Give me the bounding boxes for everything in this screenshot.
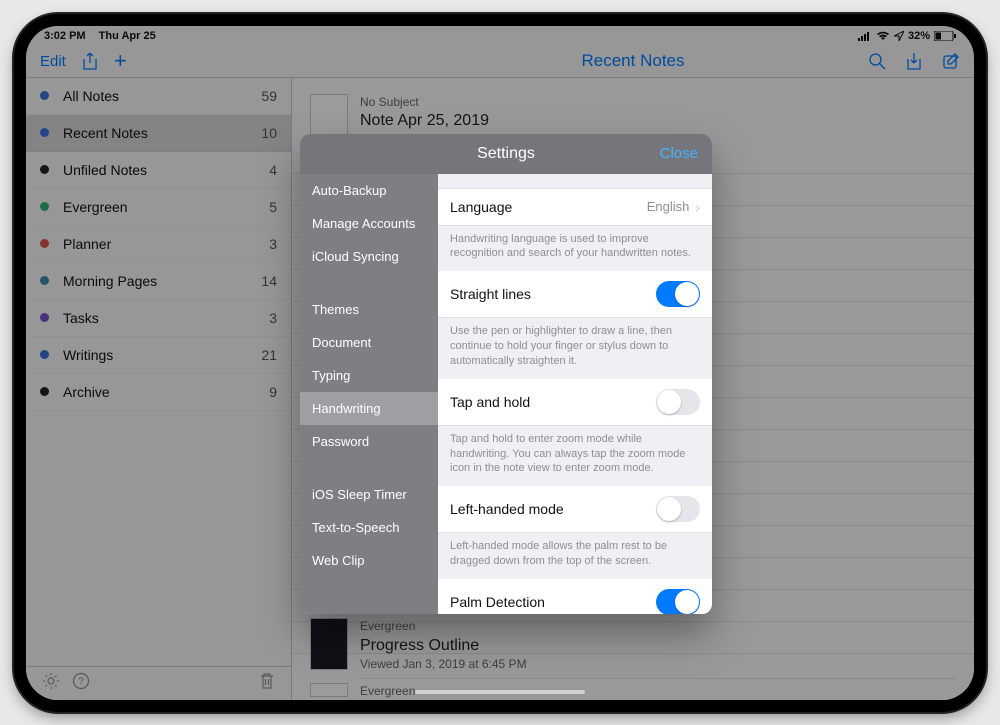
straight-lines-note: Use the pen or highlighter to draw a lin… (438, 318, 712, 379)
settings-cat-document[interactable]: Document (300, 326, 438, 359)
settings-categories: Auto-BackupManage AccountsiCloud Syncing… (300, 174, 438, 614)
settings-cat-ios-sleep-timer[interactable]: iOS Sleep Timer (300, 478, 438, 511)
palm-detection-row[interactable]: Palm Detection (438, 579, 712, 614)
left-handed-toggle[interactable] (656, 496, 700, 522)
modal-title: Settings (477, 145, 535, 163)
settings-modal: Settings Close Auto-BackupManage Account… (300, 134, 712, 614)
settings-cat-manage-accounts[interactable]: Manage Accounts (300, 207, 438, 240)
screen: 3:02 PM Thu Apr 25 32% Edit + Recent Not… (26, 26, 974, 700)
straight-lines-toggle[interactable] (656, 281, 700, 307)
settings-cat-web-clip[interactable]: Web Clip (300, 544, 438, 577)
tap-hold-toggle[interactable] (656, 389, 700, 415)
settings-cat-themes[interactable]: Themes (300, 293, 438, 326)
settings-cat-auto-backup[interactable]: Auto-Backup (300, 174, 438, 207)
settings-cat-password[interactable]: Password (300, 425, 438, 458)
language-row[interactable]: Language English › (438, 188, 712, 226)
close-button[interactable]: Close (660, 134, 698, 174)
chevron-right-icon: › (695, 199, 700, 215)
settings-cat-icloud-syncing[interactable]: iCloud Syncing (300, 240, 438, 273)
tap-hold-note: Tap and hold to enter zoom mode while ha… (438, 426, 712, 487)
ipad-frame: 3:02 PM Thu Apr 25 32% Edit + Recent Not… (14, 14, 986, 712)
palm-detection-toggle[interactable] (656, 589, 700, 614)
settings-cat-text-to-speech[interactable]: Text-to-Speech (300, 511, 438, 544)
left-handed-note: Left-handed mode allows the palm rest to… (438, 533, 712, 579)
tap-hold-row[interactable]: Tap and hold (438, 379, 712, 426)
language-value: English (647, 199, 690, 214)
settings-cat-handwriting[interactable]: Handwriting (300, 392, 438, 425)
settings-cat-typing[interactable]: Typing (300, 359, 438, 392)
settings-detail[interactable]: Language English › Handwriting language … (438, 174, 712, 614)
home-indicator[interactable] (415, 690, 585, 694)
left-handed-row[interactable]: Left-handed mode (438, 486, 712, 533)
straight-lines-row[interactable]: Straight lines (438, 271, 712, 318)
language-note: Handwriting language is used to improve … (438, 226, 712, 272)
modal-header: Settings Close (300, 134, 712, 174)
